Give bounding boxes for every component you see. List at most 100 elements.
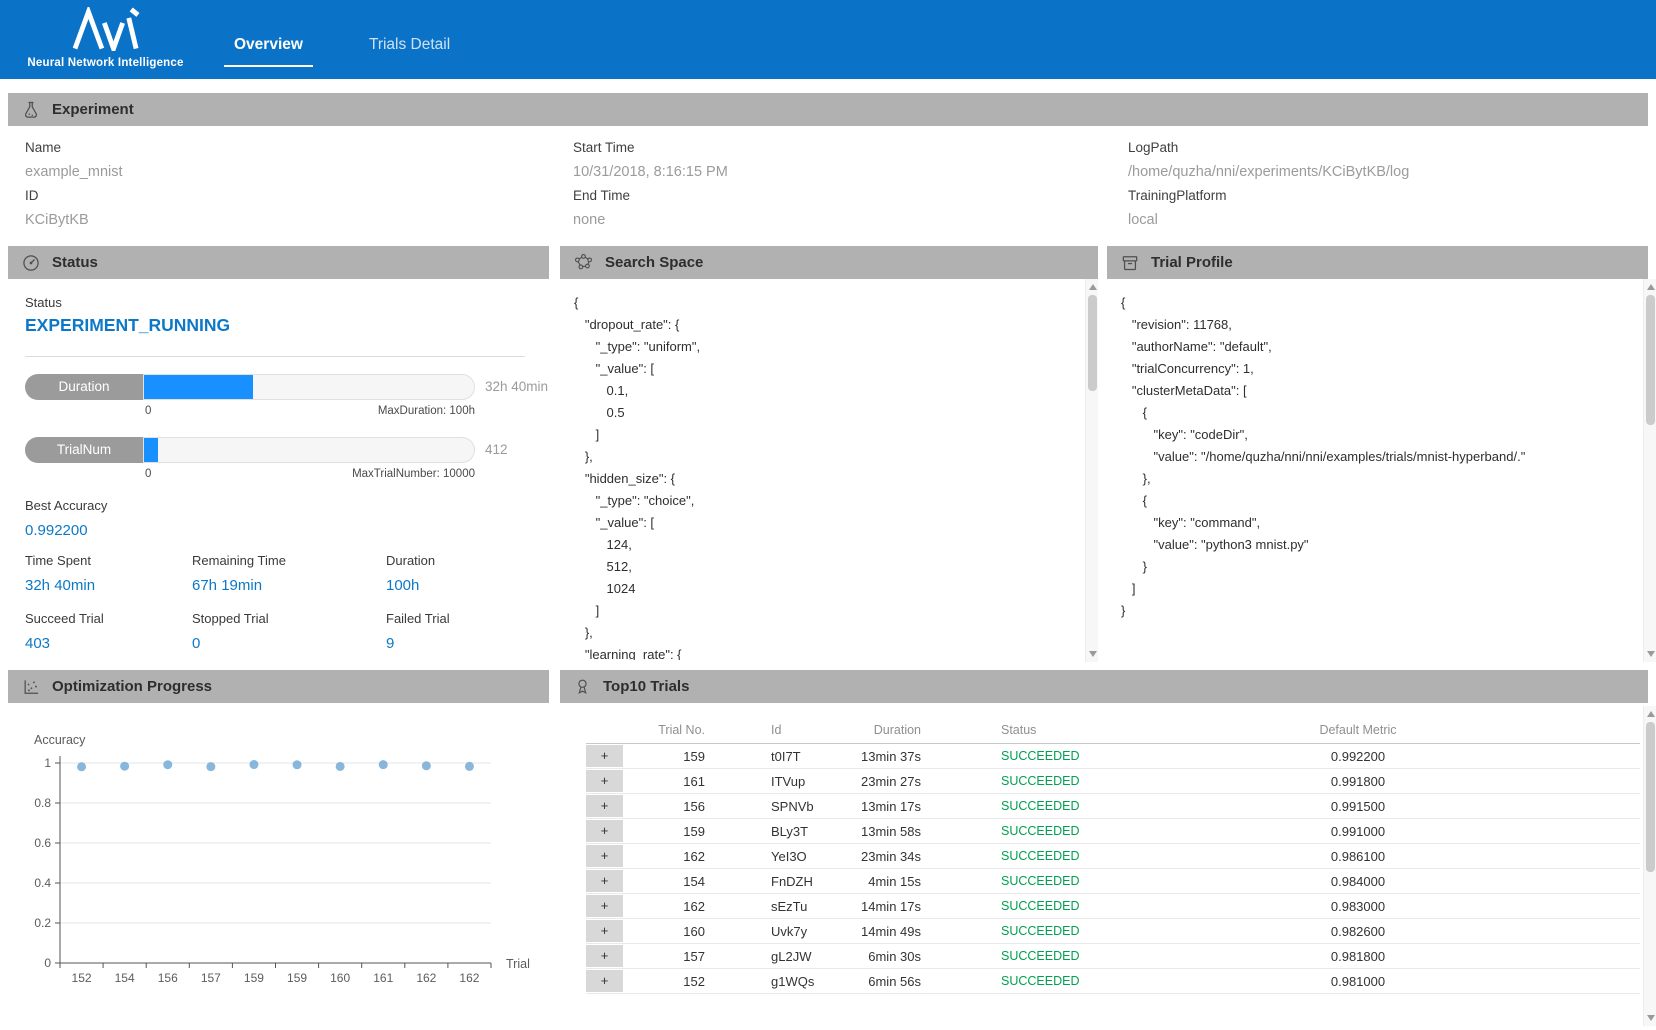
search-space-code: { "dropout_rate": { "_type": "uniform", …	[574, 292, 1074, 660]
tab-trials-detail[interactable]: Trials Detail	[363, 36, 456, 54]
duration-bar-track	[143, 374, 475, 400]
duration-bar-min: 0	[145, 405, 151, 417]
duration-bar-fill	[144, 375, 253, 399]
trial-profile-scrollbar[interactable]	[1643, 279, 1656, 662]
code-line: ]	[574, 424, 1074, 446]
cell-trial-no: 159	[635, 819, 705, 844]
svg-text:162: 162	[416, 971, 436, 985]
hyperparameter-icon	[573, 252, 594, 273]
code-line: "_value": [	[574, 512, 1074, 534]
expand-button[interactable]: +	[586, 745, 623, 767]
scroll-down-icon[interactable]	[1647, 651, 1655, 657]
cell-metric: 0.991000	[1258, 819, 1458, 844]
table-row: + 159 t0I7T 13min 37s SUCCEEDED 0.992200	[586, 744, 1640, 769]
scroll-thumb[interactable]	[1088, 295, 1097, 391]
field-label: End Time	[573, 188, 630, 204]
table-row: + 159 BLy3T 13min 58s SUCCEEDED 0.991000	[586, 819, 1640, 844]
field-value: none	[573, 210, 630, 230]
svg-text:Accuracy: Accuracy	[34, 733, 86, 747]
cell-metric: 0.981800	[1258, 944, 1458, 969]
code-line: ]	[1121, 578, 1637, 600]
cell-trial-no: 156	[635, 794, 705, 819]
search-space-section-header: Search Space	[560, 246, 1098, 279]
stat-stopped-trial: Stopped Trial 0	[192, 611, 269, 654]
code-line: ]	[574, 600, 1074, 622]
expand-button[interactable]: +	[586, 870, 623, 892]
cell-trial-no: 157	[635, 944, 705, 969]
cell-duration: 13min 17s	[791, 794, 921, 819]
svg-text:0: 0	[44, 956, 51, 970]
code-line: },	[574, 622, 1074, 644]
search-space-scrollbar[interactable]	[1085, 279, 1098, 662]
cell-trial-no: 160	[635, 919, 705, 944]
scroll-up-icon[interactable]	[1647, 711, 1655, 717]
code-line: 0.5	[574, 402, 1074, 424]
scroll-thumb[interactable]	[1646, 722, 1655, 872]
cell-duration: 4min 15s	[791, 869, 921, 894]
field-value: example_mnist	[25, 162, 123, 182]
scroll-down-icon[interactable]	[1647, 1015, 1655, 1021]
nni-logo-icon[interactable]	[66, 7, 150, 51]
trial-profile-section-header: Trial Profile	[1107, 246, 1648, 279]
expand-button[interactable]: +	[586, 820, 623, 842]
experiment-field-training-platform: TrainingPlatform local	[1128, 188, 1227, 230]
code-line: }	[1121, 600, 1637, 622]
cell-status: SUCCEEDED	[1001, 819, 1141, 844]
code-line: "clusterMetaData": [	[1121, 380, 1637, 402]
expand-button[interactable]: +	[586, 770, 623, 792]
expand-button[interactable]: +	[586, 795, 623, 817]
search-space-title: Search Space	[605, 254, 703, 271]
experiment-field-end-time: End Time none	[573, 188, 630, 230]
scatter-chart-icon	[21, 677, 41, 697]
expand-button[interactable]: +	[586, 970, 623, 992]
status-label: Status	[25, 295, 62, 310]
flask-icon	[21, 100, 41, 120]
experiment-field-logpath: LogPath /home/quzha/nni/experiments/KCiB…	[1128, 140, 1409, 182]
svg-text:161: 161	[373, 971, 393, 985]
col-status: Status	[1001, 718, 1141, 742]
cell-metric: 0.981000	[1258, 969, 1458, 994]
nni-dashboard: Neural Network Intelligence Overview Tri…	[0, 0, 1656, 1030]
tab-overview[interactable]: Overview	[228, 36, 309, 54]
svg-text:0.6: 0.6	[34, 836, 51, 850]
scroll-thumb[interactable]	[1646, 295, 1655, 425]
code-line: {	[1121, 292, 1637, 314]
cell-duration: 14min 49s	[791, 919, 921, 944]
stat-value: 0.992200	[25, 521, 107, 541]
status-title: Status	[52, 254, 98, 271]
code-line: "trialConcurrency": 1,	[1121, 358, 1637, 380]
cell-metric: 0.982600	[1258, 919, 1458, 944]
experiment-field-name: Name example_mnist	[25, 140, 123, 182]
expand-button[interactable]: +	[586, 945, 623, 967]
cell-metric: 0.992200	[1258, 744, 1458, 769]
table-row: + 161 ITVup 23min 27s SUCCEEDED 0.991800	[586, 769, 1640, 794]
code-line: {	[1121, 490, 1637, 512]
svg-text:160: 160	[330, 971, 350, 985]
status-section-header: Status	[8, 246, 549, 279]
optimization-chart[interactable]: 00.20.40.60.8115215415615715915916016116…	[0, 702, 549, 1030]
code-line: },	[574, 446, 1074, 468]
top-trials-scrollbar[interactable]	[1643, 706, 1656, 1026]
scroll-up-icon[interactable]	[1089, 284, 1097, 290]
cell-metric: 0.991500	[1258, 794, 1458, 819]
trial-profile-title: Trial Profile	[1151, 254, 1233, 271]
top-trials-table: Trial No. Id Duration Status Default Met…	[560, 702, 1648, 994]
code-line: "value": "python3 mnist.py"	[1121, 534, 1637, 556]
cell-duration: 6min 30s	[791, 944, 921, 969]
cell-duration: 6min 56s	[791, 969, 921, 994]
scroll-down-icon[interactable]	[1089, 651, 1097, 657]
trialnum-bar-fill	[144, 438, 158, 462]
cell-status: SUCCEEDED	[1001, 869, 1141, 894]
top-nav: Neural Network Intelligence Overview Tri…	[0, 0, 1656, 79]
experiment-field-start-time: Start Time 10/31/2018, 8:16:15 PM	[573, 140, 728, 182]
code-line: "dropout_rate": {	[574, 314, 1074, 336]
cell-status: SUCCEEDED	[1001, 944, 1141, 969]
brand-name: Neural Network Intelligence	[8, 57, 203, 69]
experiment-field-id: ID KCiBytKB	[25, 188, 89, 230]
expand-button[interactable]: +	[586, 845, 623, 867]
code-line: 124,	[574, 534, 1074, 556]
code-line: 0.1,	[574, 380, 1074, 402]
scroll-up-icon[interactable]	[1647, 284, 1655, 290]
expand-button[interactable]: +	[586, 920, 623, 942]
expand-button[interactable]: +	[586, 895, 623, 917]
